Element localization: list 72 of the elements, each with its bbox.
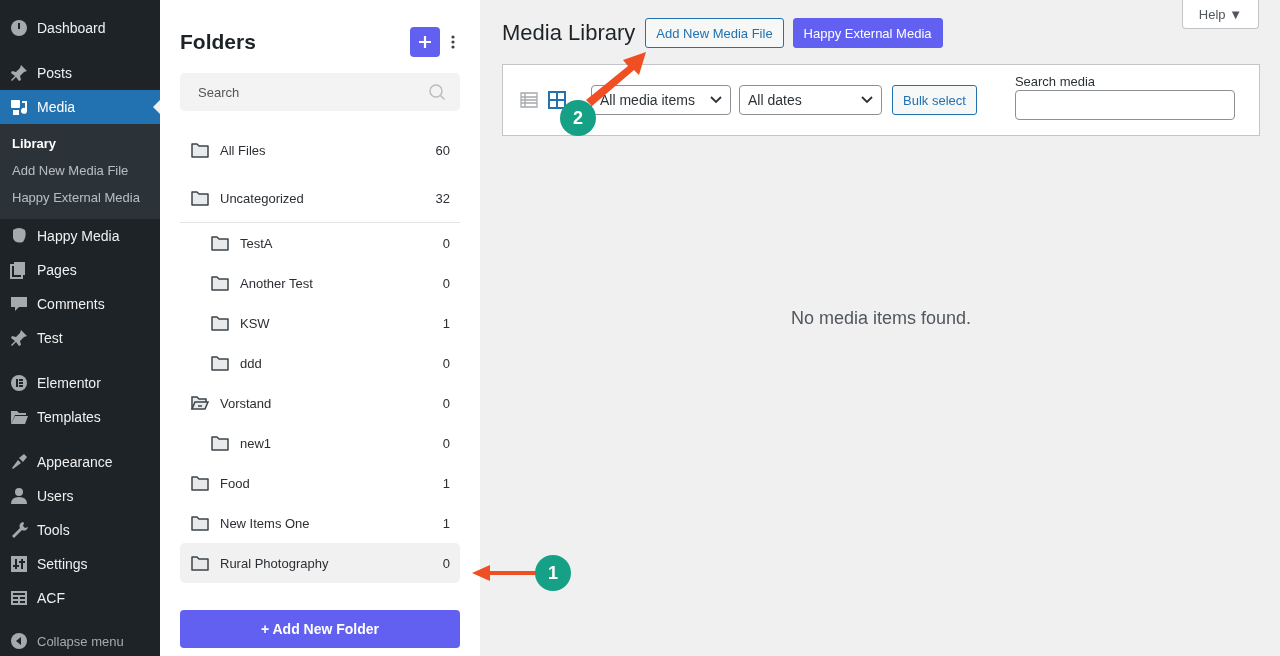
folder-item[interactable]: Uncategorized 32: [180, 174, 460, 222]
menu-item[interactable]: Happy Media: [0, 219, 160, 253]
page-title: Media Library: [502, 20, 636, 46]
collapse-icon: [9, 631, 29, 651]
empty-message: No media items found.: [789, 308, 973, 329]
folder-icon: [190, 474, 210, 492]
menu-item[interactable]: Comments: [0, 287, 160, 321]
submenu-item[interactable]: Add New Media File: [0, 157, 160, 184]
folder-item[interactable]: All Files 60: [180, 126, 460, 174]
folder-item[interactable]: ddd 0: [180, 343, 460, 383]
menu-item[interactable]: ACF: [0, 581, 160, 615]
help-tab[interactable]: Help ▼: [1181, 0, 1259, 29]
folder-item[interactable]: TestA 0: [180, 223, 460, 263]
dashboard-icon: [9, 18, 29, 38]
folder-item[interactable]: Rural Photography 0: [180, 543, 460, 583]
bulk-select-button[interactable]: Bulk select: [892, 85, 977, 115]
filter-dropdown[interactable]: All media items: [591, 85, 731, 115]
search-icon: [428, 83, 446, 101]
folder-icon: [190, 514, 210, 532]
add-folder-button[interactable]: [410, 27, 440, 57]
menu-item[interactable]: Users: [0, 479, 160, 513]
collapse-menu-button[interactable]: Collapse menu: [0, 626, 160, 656]
elementor-icon: [9, 373, 29, 393]
menu-item[interactable]: Dashboard: [0, 11, 160, 45]
happy-external-media-button[interactable]: Happy External Media: [792, 18, 943, 48]
menu-item[interactable]: Templates: [0, 400, 160, 434]
folder-item[interactable]: Another Test 0: [180, 263, 460, 303]
pin-icon: [9, 63, 29, 83]
panel-title: Folders: [180, 30, 257, 54]
folder-item[interactable]: Food 1: [180, 463, 460, 503]
folder-icon: [210, 314, 230, 332]
chevron-icon: [710, 96, 722, 104]
media-icon: [9, 97, 29, 117]
menu-item[interactable]: Elementor: [0, 366, 160, 400]
comment-icon: [9, 294, 29, 314]
submenu-item[interactable]: Library: [0, 130, 160, 157]
search-media-field[interactable]: [1014, 90, 1235, 120]
folder-icon: [210, 234, 230, 252]
table-icon: [9, 588, 29, 608]
folder-item[interactable]: New Items One 1: [180, 503, 460, 543]
menu-item[interactable]: Media: [0, 90, 160, 124]
folder-icon: [190, 554, 210, 572]
menu-item[interactable]: Posts: [0, 56, 160, 90]
menu-item[interactable]: Pages: [0, 253, 160, 287]
search-field[interactable]: Search: [180, 73, 460, 111]
add-new-media-button[interactable]: Add New Media File: [645, 18, 784, 48]
menu-item[interactable]: Settings: [0, 547, 160, 581]
menu-item[interactable]: Appearance: [0, 445, 160, 479]
grid-view-icon[interactable]: [547, 90, 567, 110]
filter-dropdown[interactable]: All dates: [739, 85, 882, 115]
menu-item[interactable]: Test: [0, 321, 160, 355]
menu-item[interactable]: Tools: [0, 513, 160, 547]
search-media-label: Search media: [1014, 74, 1097, 89]
open-folder-icon: [190, 394, 210, 412]
add-new-folder-button[interactable]: + Add New Folder: [180, 610, 460, 648]
sliders-icon: [9, 554, 29, 574]
user-icon: [9, 486, 29, 506]
chevron-icon: [861, 96, 873, 104]
folder-icon: [190, 189, 210, 207]
plus-icon: [418, 35, 432, 49]
submenu-item[interactable]: Happy External Media: [0, 184, 160, 211]
pin-icon: [9, 328, 29, 348]
folder-icon: [210, 274, 230, 292]
folder-icon: [190, 141, 210, 159]
folder-item[interactable]: new1 0: [180, 423, 460, 463]
search-input[interactable]: Search: [196, 72, 428, 112]
folder-icon: [210, 354, 230, 372]
brush-icon: [9, 452, 29, 472]
folder-icon: [210, 434, 230, 452]
folder-item[interactable]: KSW 1: [180, 303, 460, 343]
folder-item[interactable]: Vorstand 0: [180, 383, 460, 423]
annotation-arrow: [470, 562, 536, 584]
